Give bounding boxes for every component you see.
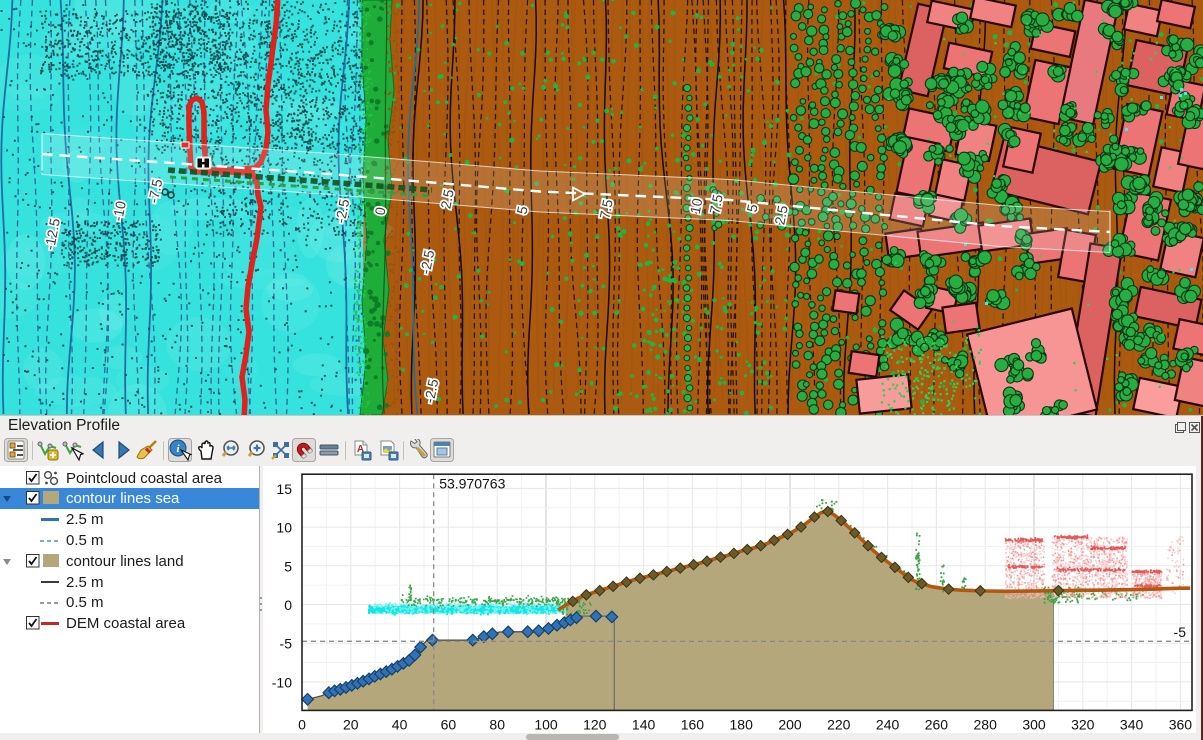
- svg-text:-5: -5: [1174, 624, 1187, 640]
- svg-text:40: 40: [392, 717, 408, 733]
- svg-text:5: 5: [284, 558, 292, 574]
- svg-text:10: 10: [687, 197, 706, 216]
- svg-text:300: 300: [1022, 717, 1046, 733]
- svg-text:360: 360: [1169, 717, 1193, 733]
- svg-text:-5: -5: [280, 636, 293, 652]
- svg-text:200: 200: [778, 717, 802, 733]
- svg-text:160: 160: [681, 717, 705, 733]
- svg-text:-10: -10: [272, 674, 292, 690]
- svg-text:53.970763: 53.970763: [439, 475, 505, 491]
- svg-text:280: 280: [974, 717, 998, 733]
- svg-text:140: 140: [632, 717, 656, 733]
- svg-text:260: 260: [925, 717, 949, 733]
- svg-text:120: 120: [583, 717, 607, 733]
- svg-text:20: 20: [343, 717, 359, 733]
- svg-text:220: 220: [827, 717, 851, 733]
- svg-text:320: 320: [1071, 717, 1095, 733]
- svg-text:100: 100: [534, 717, 558, 733]
- svg-text:60: 60: [441, 717, 457, 733]
- svg-text:10: 10: [276, 520, 292, 536]
- svg-text:340: 340: [1120, 717, 1144, 733]
- svg-text:180: 180: [730, 717, 754, 733]
- svg-text:0: 0: [298, 717, 306, 733]
- svg-text:80: 80: [489, 717, 505, 733]
- svg-text:15: 15: [276, 481, 292, 497]
- svg-text:240: 240: [876, 717, 900, 733]
- svg-text:0: 0: [284, 597, 292, 613]
